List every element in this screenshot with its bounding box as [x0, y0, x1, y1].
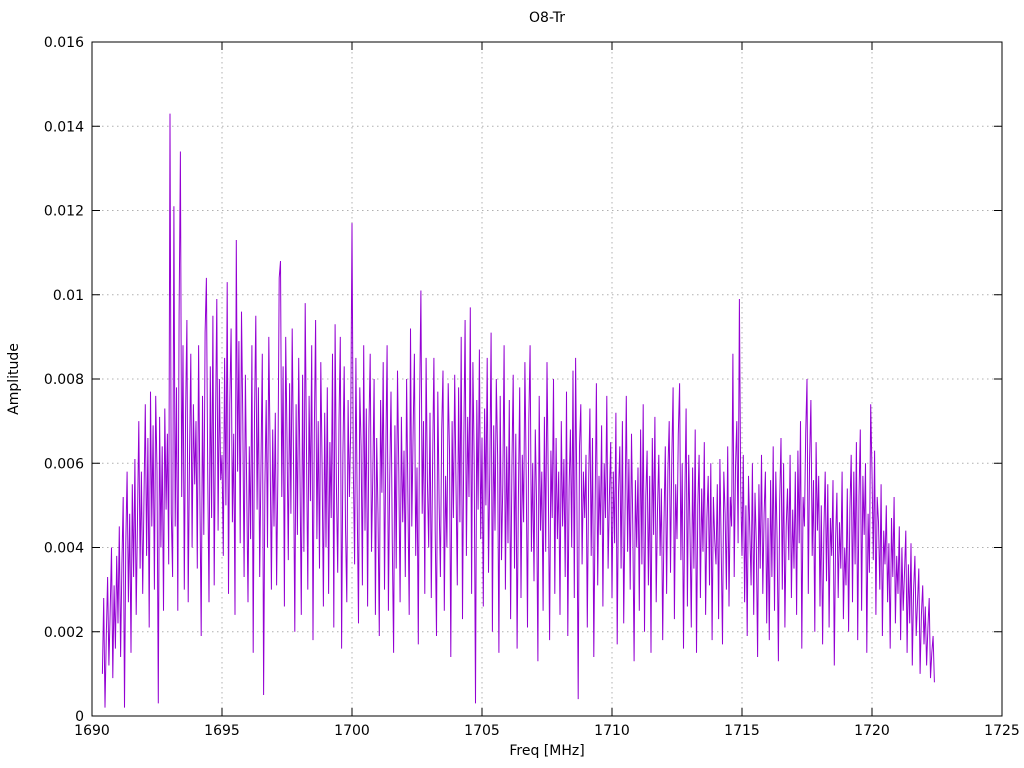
chart-page: 1690 1695 1700 1705 1710 1715 1720 1725 0 0.002 0.… — [0, 0, 1024, 768]
x-tick-label: 1710 — [594, 723, 630, 739]
y-tick-label: 0.012 — [44, 204, 84, 220]
y-tick-label: 0 — [75, 709, 84, 725]
y-tick-label: 0.004 — [44, 541, 84, 557]
spectrum-trace — [101, 113, 935, 708]
x-tick-label: 1705 — [464, 723, 500, 739]
y-tick-label: 0.016 — [44, 35, 84, 51]
x-tick-label: 1715 — [724, 723, 760, 739]
y-tick-label: 0.01 — [53, 288, 84, 304]
spectrum-plot: 1690 1695 1700 1705 1710 1715 1720 1725 0 0.002 0.… — [44, 35, 1020, 739]
x-tick-label: 1695 — [204, 723, 240, 739]
y-tick-label: 0.006 — [44, 456, 84, 472]
y-tick-label: 0.014 — [44, 119, 84, 135]
x-tick-label: 1720 — [854, 723, 890, 739]
x-axis-label: Freq [MHz] — [509, 743, 585, 759]
x-tick-label: 1690 — [74, 723, 110, 739]
y-axis-label: Amplitude — [6, 343, 22, 415]
x-tick-label: 1700 — [334, 723, 370, 739]
y-tick-label: 0.002 — [44, 625, 84, 641]
chart-title: O8-Tr — [529, 10, 565, 26]
x-tick-label: 1725 — [984, 723, 1020, 739]
y-tick-label: 0.008 — [44, 372, 84, 388]
